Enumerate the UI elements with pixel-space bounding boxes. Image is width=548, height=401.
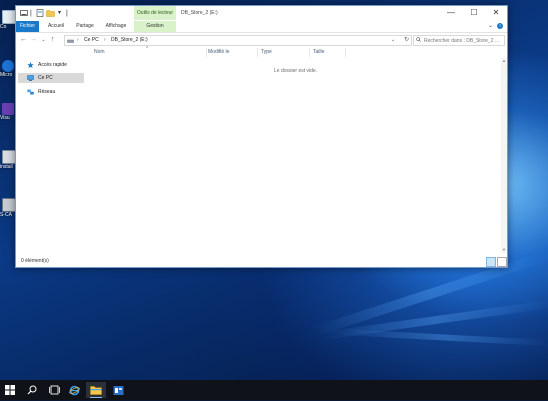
wallpaper-beam bbox=[340, 329, 548, 346]
close-button[interactable]: ✕ bbox=[485, 6, 507, 20]
refresh-icon[interactable]: ↻ bbox=[402, 36, 411, 45]
search-icon bbox=[27, 385, 37, 395]
server-manager-icon bbox=[113, 386, 123, 395]
start-icon bbox=[5, 385, 15, 395]
ribbon-tabs: Fichier Accueil Partage Affichage Gestio… bbox=[16, 21, 507, 33]
recycle-bin-icon bbox=[2, 10, 16, 24]
column-header-size[interactable]: Taille bbox=[311, 48, 346, 57]
taskbar-file-explorer[interactable] bbox=[86, 382, 106, 398]
internet-explorer-icon bbox=[68, 385, 80, 396]
ssms-icon bbox=[2, 198, 16, 212]
file-explorer-window: | ▾ | Outils de lecteur DB_Store_2 (E:) … bbox=[15, 5, 508, 268]
up-button[interactable]: ↑ bbox=[48, 35, 57, 45]
column-header-modified[interactable]: Modifié le bbox=[206, 48, 258, 57]
maximize-button[interactable]: ☐ bbox=[463, 6, 485, 20]
address-bar[interactable]: › Ce PC › DB_Store_2 (E:) ⌄ ↻ bbox=[64, 35, 412, 46]
properties-icon[interactable] bbox=[36, 9, 44, 18]
tab-fichier[interactable]: Fichier bbox=[16, 21, 39, 32]
app-icon bbox=[20, 9, 28, 18]
context-tab-group: Outils de lecteur bbox=[134, 6, 176, 20]
large-icons-view-button[interactable] bbox=[497, 257, 507, 267]
network-icon bbox=[27, 89, 34, 95]
task-view-button[interactable] bbox=[44, 382, 64, 398]
nav-item-network[interactable]: Réseau bbox=[18, 87, 84, 97]
help-icon[interactable]: ? bbox=[497, 23, 503, 29]
edge-icon bbox=[2, 60, 14, 72]
recent-locations-icon[interactable]: ⌄ bbox=[39, 35, 48, 45]
qat-separator-icon: | bbox=[30, 10, 32, 17]
search-input[interactable] bbox=[424, 36, 502, 45]
scroll-up-icon[interactable]: ▲ bbox=[501, 58, 507, 64]
breadcrumb-drive[interactable]: DB_Store_2 (E:) bbox=[111, 36, 148, 45]
window-title: DB_Store_2 (E:) bbox=[181, 10, 218, 16]
visual-studio-icon bbox=[2, 103, 14, 115]
qat-dropdown-icon[interactable]: ▾ bbox=[58, 9, 61, 18]
taskbar bbox=[0, 380, 548, 400]
address-dropdown-icon[interactable]: ⌄ bbox=[391, 36, 395, 45]
search-icon bbox=[416, 37, 421, 42]
chevron-down-icon[interactable]: ⌄ bbox=[488, 21, 493, 32]
tab-gestion[interactable]: Gestion bbox=[134, 21, 176, 32]
breadcrumb-ce-pc[interactable]: Ce PC bbox=[84, 36, 99, 45]
back-button[interactable]: ← bbox=[19, 35, 28, 45]
file-list: Nom ^ Modifié le Type Taille Le dossier … bbox=[86, 46, 507, 253]
installer-icon bbox=[2, 150, 16, 164]
active-indicator bbox=[90, 397, 102, 398]
nav-item-this-pc[interactable]: Ce PC bbox=[18, 73, 84, 83]
column-header-name[interactable]: Nom bbox=[92, 48, 207, 57]
file-explorer-icon bbox=[90, 386, 102, 395]
nav-item-quick-access[interactable]: Accès rapide bbox=[18, 60, 84, 70]
taskbar-internet-explorer[interactable] bbox=[64, 382, 84, 398]
tab-affichage[interactable]: Affichage bbox=[102, 21, 130, 32]
empty-folder-message: Le dossier est vide. bbox=[274, 68, 318, 74]
breadcrumb-separator-icon: › bbox=[77, 37, 79, 43]
tab-partage[interactable]: Partage bbox=[73, 21, 97, 32]
forward-button[interactable]: → bbox=[29, 35, 38, 45]
qat-separator-icon: | bbox=[66, 10, 68, 17]
status-bar: 0 élément(s) bbox=[16, 255, 507, 267]
star-icon bbox=[27, 62, 34, 68]
breadcrumb-separator-icon: › bbox=[104, 37, 106, 43]
sort-caret-icon: ^ bbox=[146, 46, 149, 52]
navigation-pane: Accès rapide Ce PC Réseau bbox=[16, 48, 86, 253]
column-header-type[interactable]: Type bbox=[259, 48, 310, 57]
scroll-down-icon[interactable]: ▼ bbox=[501, 247, 507, 253]
tab-accueil[interactable]: Accueil bbox=[44, 21, 68, 32]
details-view-button[interactable] bbox=[486, 257, 496, 267]
minimize-button[interactable]: — bbox=[440, 6, 462, 20]
computer-icon bbox=[27, 75, 34, 81]
new-folder-icon[interactable] bbox=[46, 9, 55, 18]
item-count: 0 élément(s) bbox=[21, 258, 49, 264]
vertical-scrollbar[interactable]: ▲ ▼ bbox=[501, 58, 507, 253]
start-button[interactable] bbox=[0, 382, 20, 398]
search-box[interactable] bbox=[413, 35, 505, 46]
task-view-icon bbox=[48, 385, 60, 395]
taskbar-server-manager[interactable] bbox=[108, 382, 128, 398]
address-row: ← → ⌄ ↑ › Ce PC › DB_Store_2 (E:) ⌄ ↻ bbox=[16, 33, 507, 47]
search-button[interactable] bbox=[22, 382, 42, 398]
